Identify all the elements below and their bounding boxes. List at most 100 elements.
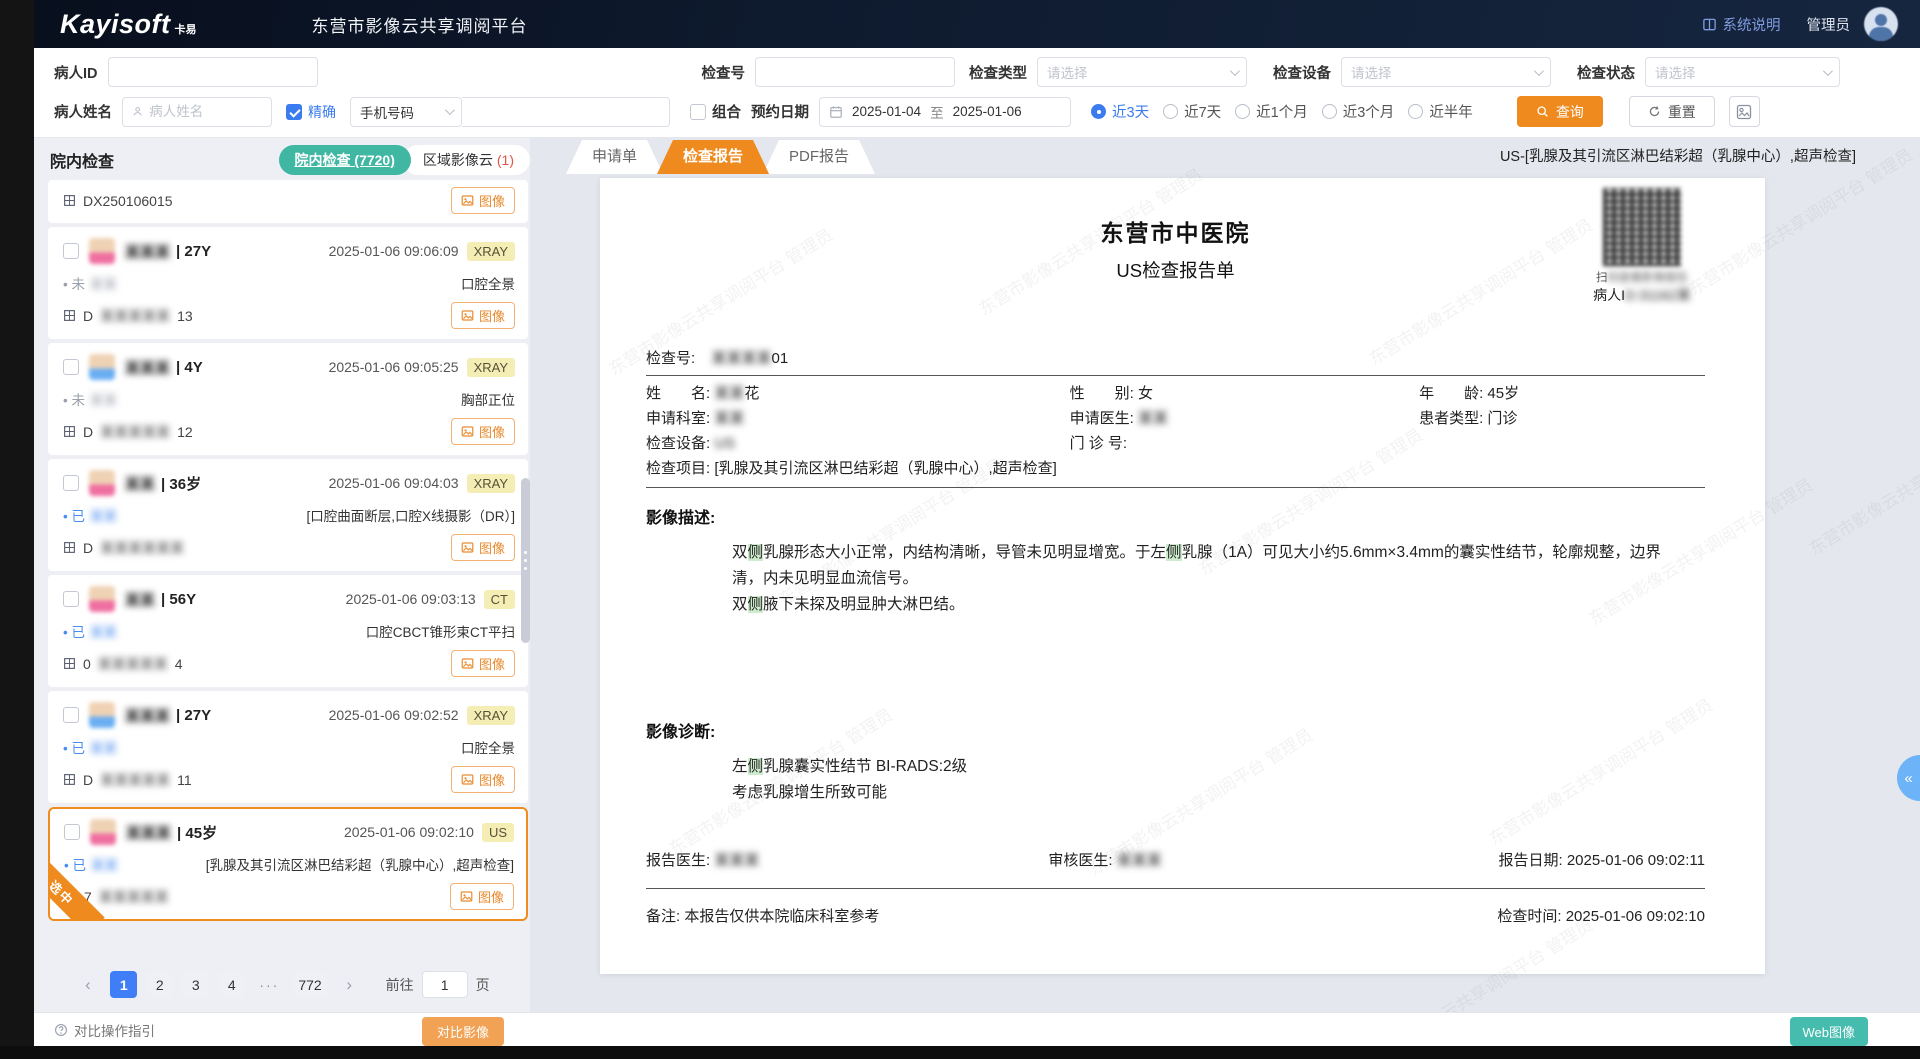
list-item[interactable]: 某某某 | 4Y 2025-01-06 09:05:25 XRAY • 未某某 … (48, 343, 528, 455)
field-exam-item: 检查项目: [乳腺及其引流区淋巴结彩超（乳腺中心）,超声检查] (646, 458, 1057, 480)
range-1month-radio[interactable] (1235, 104, 1250, 119)
system-help-link[interactable]: 系统说明 (1702, 14, 1781, 35)
date-range-field[interactable]: 2025-01-04 至 2025-01-06 (819, 97, 1071, 127)
date-to-value: 2025-01-06 (953, 104, 1022, 119)
page-last-button[interactable]: 772 (293, 971, 326, 998)
open-images-button[interactable]: 图像 (451, 418, 515, 445)
exam-number: D某某某某某11 (63, 770, 192, 790)
range-3days-radio[interactable] (1091, 104, 1106, 119)
tab-regional-cloud[interactable]: 区域影像云 (1) (403, 145, 530, 175)
compare-guide-link[interactable]: 对比操作指引 (54, 1020, 155, 1040)
prev-page-button[interactable]: ‹ (74, 971, 101, 998)
status-select[interactable]: 请选择 (1645, 57, 1840, 87)
item-checkbox[interactable] (63, 591, 79, 607)
list-item[interactable]: 某某某 | 27Y 2025-01-06 09:02:52 XRAY • 已某某… (48, 691, 528, 803)
open-images-button[interactable]: 图像 (451, 534, 515, 561)
brand-logo-badge: 卡易 (175, 21, 197, 37)
patient-name-label: 病人姓名 (54, 101, 112, 122)
search-button[interactable]: 查询 (1517, 96, 1603, 127)
next-page-button[interactable]: › (336, 971, 363, 998)
open-images-button[interactable]: 图像 (450, 883, 514, 910)
goto-page-input[interactable] (422, 971, 468, 998)
list-item[interactable]: 某某 | 56Y 2025-01-06 09:03:13 CT • 已某某 口腔… (48, 575, 528, 687)
item-checkbox[interactable] (63, 359, 79, 375)
appt-date-label: 预约日期 (751, 101, 809, 122)
report-status-redacted: 某某 (90, 621, 117, 641)
combo-checkbox[interactable] (690, 104, 706, 120)
web-image-button[interactable]: Web图像 (1790, 1017, 1869, 1046)
patient-avatar (90, 819, 116, 845)
tab-regional-cloud-label: 区域影像云 (423, 150, 493, 170)
app-window: Kayisoft 卡易 东营市影像云共享调阅平台 系统说明 管理员 病人ID 检… (34, 0, 1920, 1046)
exam-datetime: 2025-01-06 09:02:10 (344, 824, 474, 840)
exam-number-suffix: 13 (177, 308, 193, 324)
chevron-down-icon (445, 105, 455, 115)
range-7days-radio[interactable] (1163, 104, 1178, 119)
help-circle-icon (54, 1023, 68, 1037)
date-from-value: 2025-01-04 (852, 104, 921, 119)
exam-number-prefix: D (83, 540, 93, 556)
hospital-name: 东营市中医院 (646, 214, 1705, 248)
tab-request-form[interactable]: 申请单 (566, 140, 663, 174)
report-status: • 已某某 (63, 505, 117, 525)
current-exam-context: US-[乳腺及其引流区淋巴结彩超（乳腺中心）,超声检查] (1500, 145, 1856, 166)
patient-name-input[interactable] (149, 104, 262, 119)
open-images-button[interactable]: 图像 (451, 187, 515, 214)
patient-name: 某某 (125, 473, 155, 494)
tab-exam-report[interactable]: 检查报告 (657, 140, 769, 174)
page-3-button[interactable]: 3 (182, 971, 209, 998)
layout-toggle-button[interactable] (1729, 96, 1760, 127)
description-paragraph: 双侧腋下未探及明显肿大淋巴结。 (732, 592, 1687, 618)
open-images-button[interactable]: 图像 (451, 302, 515, 329)
tab-regional-cloud-count: (1) (497, 152, 514, 168)
goto-page-suffix: 页 (476, 975, 490, 995)
filter-row-1: 病人ID 检查号 检查类型 请选择 检查设备 请选择 检查状态 请选择 (54, 57, 1902, 87)
phone-input[interactable] (471, 104, 660, 119)
item-checkbox[interactable] (63, 243, 79, 259)
exact-match-checkbox[interactable] (286, 104, 302, 120)
patient-name: 某某某 (126, 822, 171, 843)
open-images-label: 图像 (479, 654, 505, 673)
list-item[interactable]: DX250106015 图像 (48, 180, 528, 223)
film-grid-icon (63, 309, 76, 322)
open-images-button[interactable]: 图像 (451, 766, 515, 793)
exam-number-redacted: 某某某某某 (100, 770, 170, 790)
list-item[interactable]: 某某某 | 27Y 2025-01-06 09:06:09 XRAY • 未某某… (48, 227, 528, 339)
user-avatar[interactable] (1864, 7, 1898, 41)
report-status-text: • 已 (64, 854, 86, 874)
item-checkbox[interactable] (63, 475, 79, 491)
exam-number-redacted: 某某某某某某 (100, 538, 184, 558)
range-halfyear-label: 近半年 (1429, 101, 1473, 122)
open-images-label: 图像 (479, 422, 505, 441)
range-halfyear-radio[interactable] (1408, 104, 1423, 119)
page-ellipsis[interactable]: ··· (254, 971, 284, 998)
list-item[interactable]: 某某 | 36岁 2025-01-06 09:04:03 XRAY • 已某某 … (48, 459, 528, 571)
reset-button[interactable]: 重置 (1629, 96, 1715, 127)
list-scrollbar-thumb[interactable] (521, 478, 530, 643)
range-3months-radio[interactable] (1322, 104, 1337, 119)
range-7days-label: 近7天 (1184, 101, 1221, 122)
film-grid-icon (63, 194, 76, 207)
exam-number-prefix: 0 (83, 656, 91, 672)
page-1-button[interactable]: 1 (110, 971, 137, 998)
page-2-button[interactable]: 2 (146, 971, 173, 998)
list-item-selected[interactable]: 某某某 | 45岁 2025-01-06 09:02:10 US • 已某某 [… (48, 807, 528, 921)
report-status-redacted: 某某 (90, 389, 117, 409)
patient-age: | 4Y (176, 359, 203, 376)
device-select[interactable]: 请选择 (1341, 57, 1551, 87)
phone-select[interactable]: 手机号码 (350, 97, 462, 127)
tab-pdf-report[interactable]: PDF报告 (763, 140, 875, 174)
exam-number-redacted: 某某某某某 (100, 306, 170, 326)
image-icon (461, 194, 474, 207)
tab-local-exams[interactable]: 院内检查 (7720) (279, 145, 411, 175)
compare-images-button[interactable]: 对比影像 (422, 1017, 504, 1046)
page-4-button[interactable]: 4 (218, 971, 245, 998)
exam-no-input[interactable] (765, 65, 945, 80)
reset-button-label: 重置 (1668, 102, 1696, 122)
open-images-button[interactable]: 图像 (451, 650, 515, 677)
item-checkbox[interactable] (64, 824, 80, 840)
sidebar-source-tabs: 院内检查 (7720) 区域影像云 (1) (279, 145, 530, 175)
patient-id-input[interactable] (118, 65, 308, 80)
exam-type-select[interactable]: 请选择 (1037, 57, 1247, 87)
item-checkbox[interactable] (63, 707, 79, 723)
